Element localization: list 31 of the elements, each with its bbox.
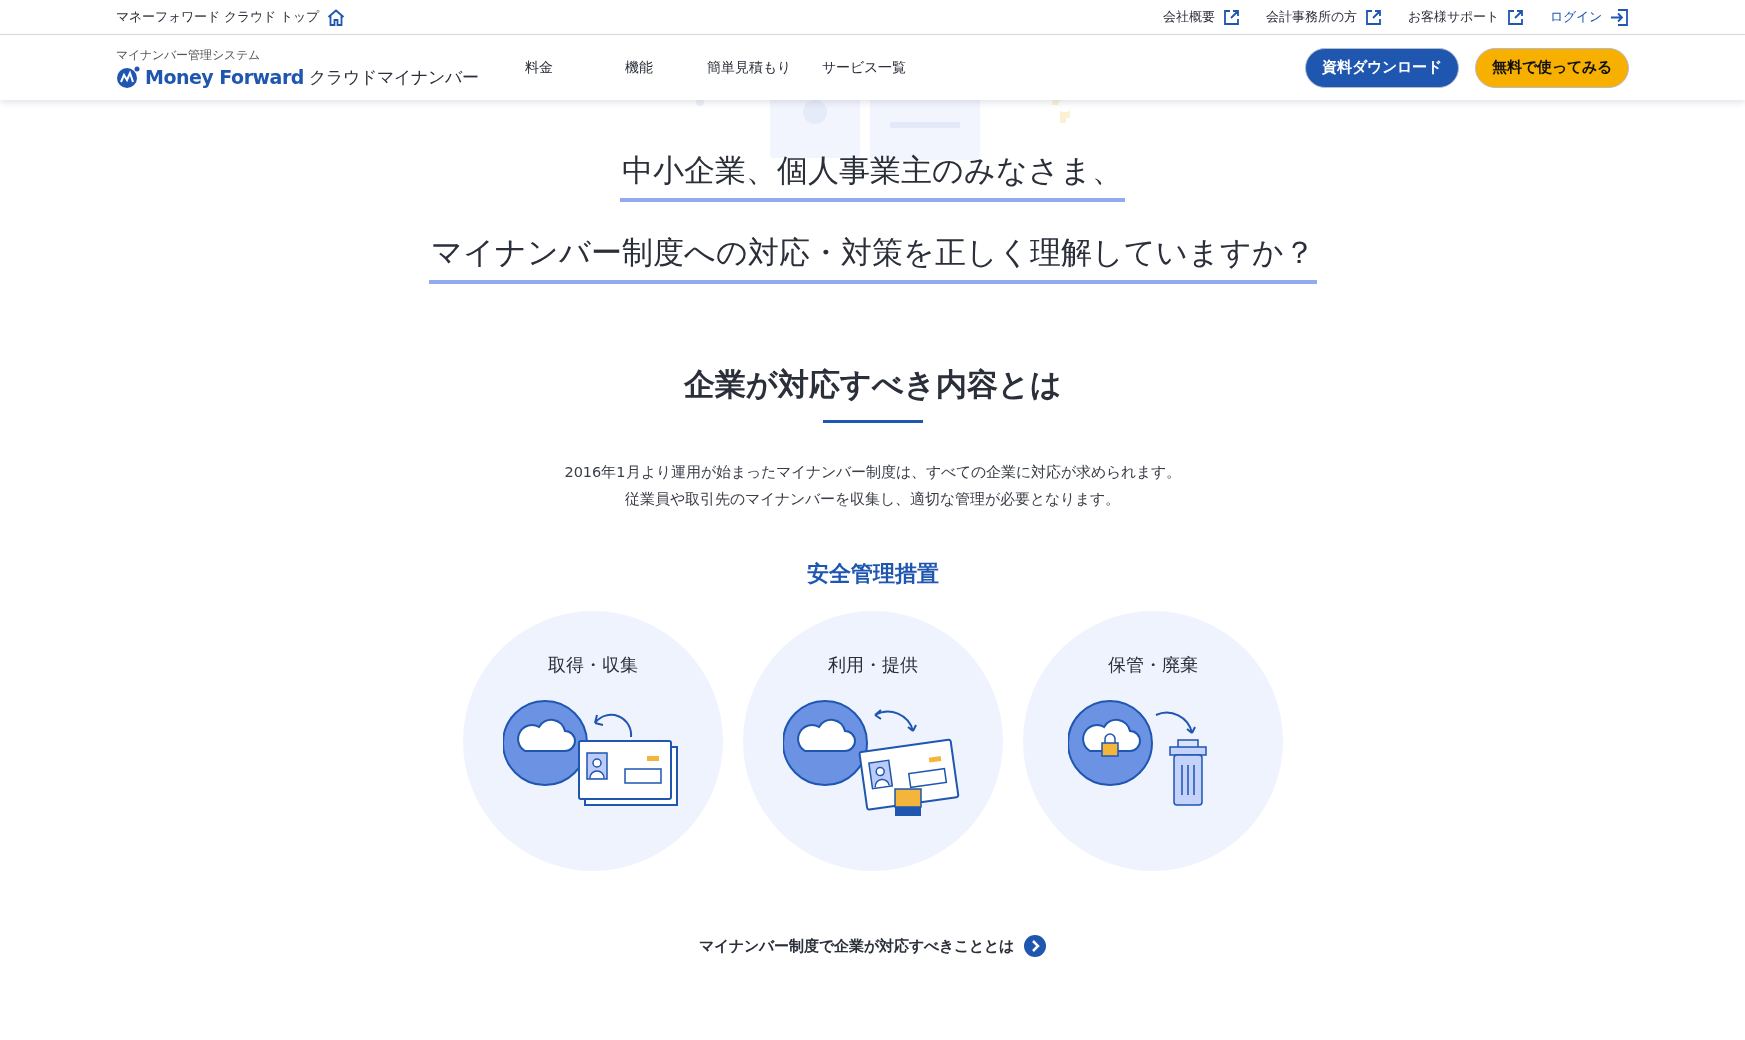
- description-text: 2016年1月より運用が始まったマイナンバー制度は、すべての企業に対応が求められます。: [564, 463, 1181, 482]
- free-trial-button[interactable]: 無料で使ってみる: [1475, 47, 1629, 88]
- logo-product: クラウドマイナンバー: [308, 65, 479, 89]
- measure-label: 取得・収集: [547, 653, 638, 677]
- hero-heading: 中小企業、個人事業主のみなさま、: [620, 150, 1125, 202]
- logo-icon: [116, 66, 140, 88]
- external-link[interactable]: 会計事務所の方: [1266, 8, 1382, 26]
- hero-heading: マイナンバー制度への対応・対策を正しく理解していますか？: [428, 232, 1317, 284]
- download-button[interactable]: 資料ダウンロード: [1305, 47, 1459, 88]
- measure-label: 利用・提供: [827, 653, 918, 677]
- section-title: 企業が対応すべき内容とは: [683, 365, 1062, 404]
- nav-link[interactable]: 簡単見積もり: [688, 58, 809, 77]
- description-text: 従業員や取引先のマイナンバーを収集し、適切な管理が必要となります。: [625, 490, 1120, 509]
- nav-link[interactable]: 料金: [488, 58, 589, 77]
- home-icon: [327, 8, 346, 26]
- external-link-icon: [1507, 8, 1524, 26]
- external-link[interactable]: お客様サポート: [1408, 8, 1524, 26]
- nav-link[interactable]: 機能: [588, 58, 689, 77]
- login-icon: [1610, 8, 1629, 26]
- chevron-right-icon: [1024, 935, 1046, 957]
- home-link[interactable]: マネーフォワード クラウド トップ: [116, 8, 346, 26]
- external-link-icon: [1223, 8, 1240, 26]
- logo-tagline: マイナンバー管理システム: [116, 46, 261, 64]
- subsection-title: 安全管理措置: [806, 560, 939, 588]
- logo-brand: Money Forward: [145, 66, 304, 88]
- external-link[interactable]: 会社概要: [1163, 8, 1240, 26]
- more-link[interactable]: マイナンバー制度で企業が対応すべきこととは: [699, 935, 1046, 957]
- nav-link[interactable]: サービス一覧: [808, 58, 919, 77]
- login-link[interactable]: ログイン: [1550, 8, 1629, 26]
- external-link-icon: [1365, 8, 1382, 26]
- measure-label: 保管・廃棄: [1107, 653, 1198, 677]
